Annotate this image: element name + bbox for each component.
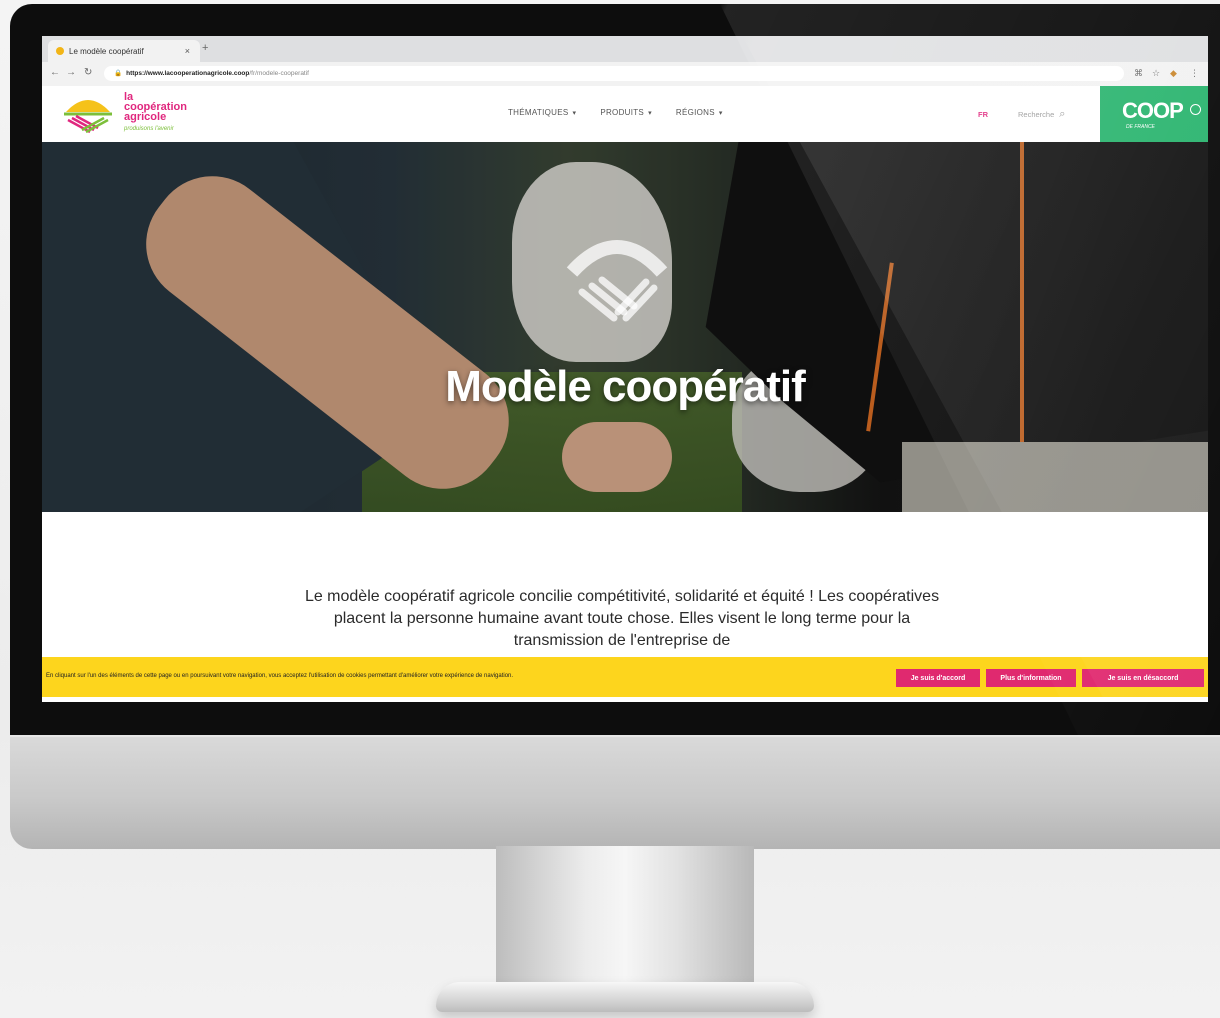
search-icon: ⌕ [1059,108,1066,120]
search-label: Recherche [1018,110,1055,119]
logo-text[interactable]: la coopération agricole produisons l'ave… [124,92,187,134]
monitor-stand-base [436,982,814,1012]
page-title: Modèle coopératif [445,362,806,411]
nav-item-regions[interactable]: RÉGIONS ▾ [676,108,723,117]
chevron-down-icon: ▾ [572,109,577,117]
menu-icon[interactable]: ⋮ [1190,68,1199,79]
main-nav: THÉMATIQUES ▾ PRODUITS ▾ RÉGIONS ▾ [508,108,723,117]
reload-icon[interactable]: ↻ [84,67,92,78]
language-switch[interactable]: FR [978,110,988,119]
cookie-banner: En cliquant sur l'un des éléments de cet… [42,657,1208,697]
lock-icon: 🔒 [114,70,123,77]
monitor-screen: Le modèle coopératif × + ← → ↻ 🔒 https://… [42,36,1208,702]
search-button[interactable]: Recherche ⌕ [1018,108,1065,121]
url-host: https://www.lacooperationagricole.coop [126,70,250,77]
hero-banner: Modèle coopératif [42,142,1208,512]
monitor-stand [496,846,754,996]
monitor-chin [10,735,1220,849]
intro-paragraph: Le modèle coopératif agricole concilie c… [304,588,940,649]
new-tab-button[interactable]: + [202,42,208,54]
site-header: la coopération agricole produisons l'ave… [42,86,1208,142]
forward-icon[interactable]: → [66,67,76,78]
url-path: /fr/modele-cooperatif [249,70,309,77]
cookie-decline-button[interactable]: Je suis en désaccord [1082,669,1204,687]
nav-item-thematiques[interactable]: THÉMATIQUES ▾ [508,108,576,117]
address-bar[interactable]: 🔒 https://www.lacooperationagricole.coop/… [104,66,1124,81]
badge-ring-icon [1190,104,1201,115]
coop-badge-title: COOP [1122,98,1184,123]
handshake-icon [566,240,668,322]
chevron-down-icon: ▾ [718,109,723,117]
logo-tagline: produisons l'avenir [124,126,174,132]
browser-tab[interactable]: Le modèle coopératif × [48,40,200,62]
star-icon[interactable]: ☆ [1152,68,1160,79]
cookie-text: En cliquant sur l'un des éléments de cet… [46,673,514,679]
chevron-down-icon: ▾ [648,109,652,117]
coop-de-france-badge[interactable]: COOP DE FRANCE [1100,86,1208,142]
extension-icon[interactable]: ◆ [1170,68,1177,79]
translate-icon[interactable]: ⌘ [1134,68,1143,79]
logo-line3: agricole [124,111,167,123]
browser-toolbar: ← → ↻ 🔒 https://www.lacooperationagricole… [42,62,1208,87]
logo-icon[interactable] [60,92,116,136]
cookie-accept-button[interactable]: Je suis d'accord [896,669,980,687]
favicon-icon [56,47,64,55]
cookie-more-info-button[interactable]: Plus d'information [986,669,1076,687]
tab-title: Le modèle coopératif [69,46,144,56]
nav-item-produits[interactable]: PRODUITS ▾ [600,108,652,117]
coop-badge-subtitle: DE FRANCE [1126,124,1155,130]
close-icon[interactable]: × [185,46,190,56]
back-icon[interactable]: ← [50,67,60,78]
browser-tab-strip: Le modèle coopératif × + [42,36,1208,62]
